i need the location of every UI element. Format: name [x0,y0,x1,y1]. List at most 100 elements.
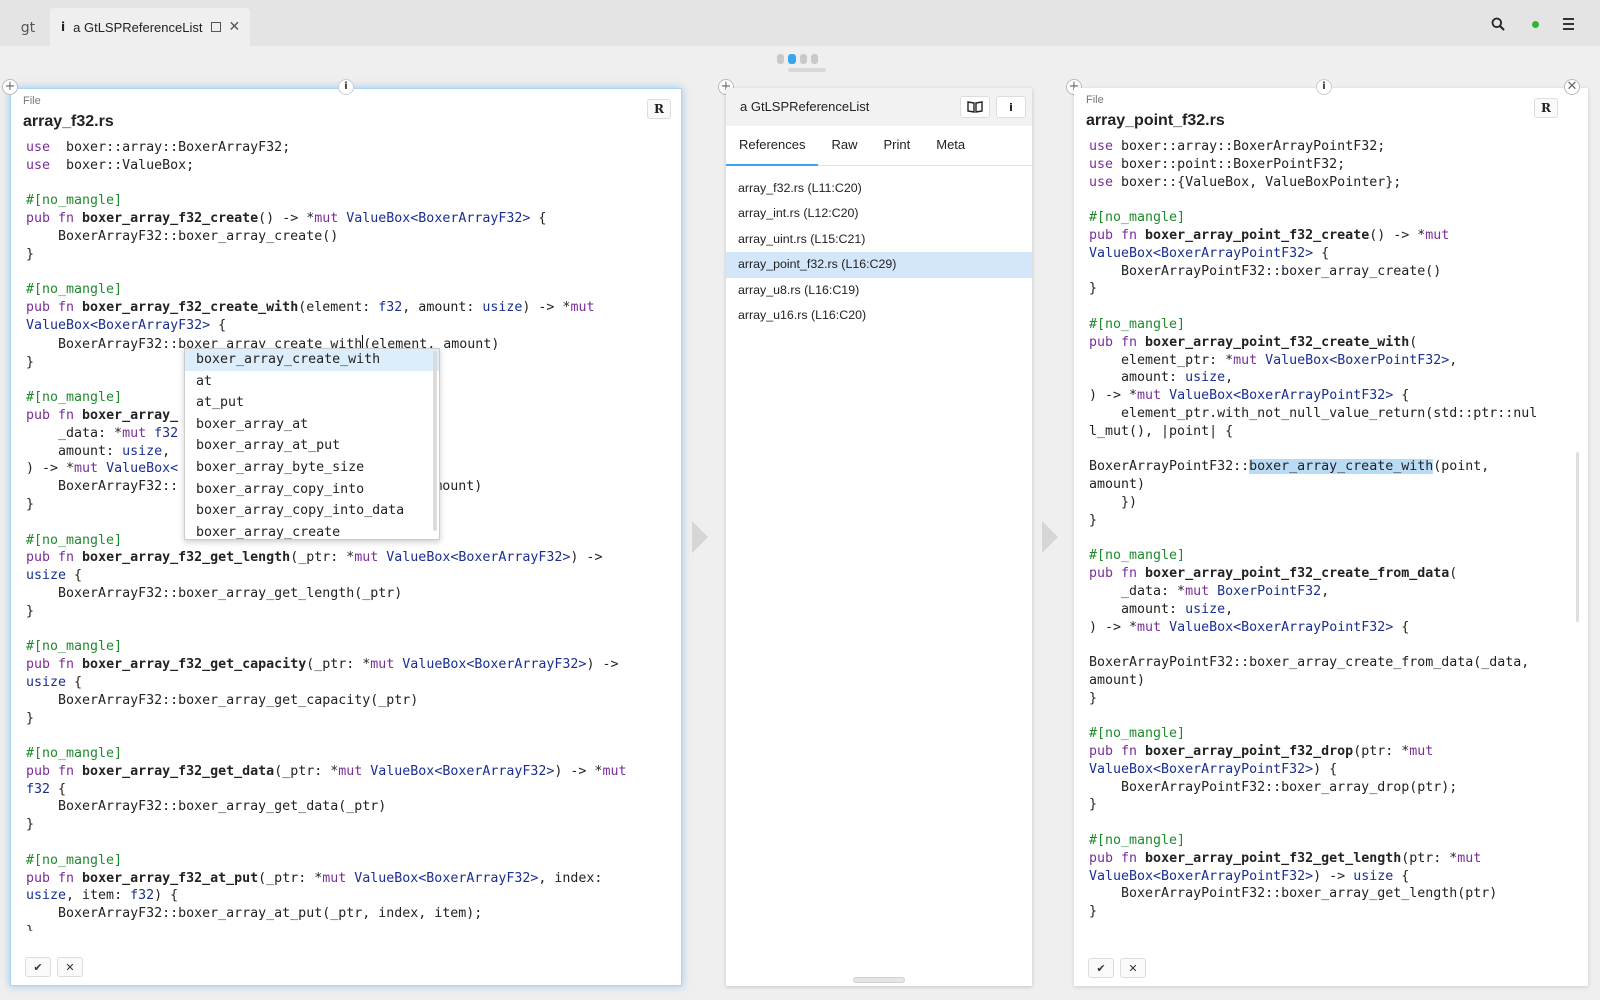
code-token: } [26,246,35,262]
code-token: #[no_mangle] [1089,210,1186,226]
page-dot-active[interactable] [788,54,796,64]
code-token: mut [1137,388,1162,404]
code-token: ValueBox<BoxerArrayF32> [394,657,587,673]
tab-print[interactable]: Print [871,126,924,166]
code-line: #[no_mangle] [1089,832,1578,850]
code-token: (_ptr: * [306,657,371,673]
code-token: boxer_array_point_f32_drop [1137,744,1354,760]
checkmark-icon[interactable]: ✔ [25,957,51,977]
code-line: _data: *mut BoxerPointF32, [1089,583,1578,601]
code-token: pub fn [26,211,75,227]
code-token: mut [1457,850,1482,866]
reference-item[interactable]: array_point_f32.rs (L16:C29) [726,252,1032,278]
code-token: use [1089,174,1114,190]
rust-logo-icon[interactable]: R [647,99,671,119]
code-token: f32 [146,425,179,441]
close-icon[interactable]: ✕ [1120,958,1146,978]
close-pane-icon[interactable]: ✕ [1564,79,1580,95]
code-line: #[no_mangle] [26,638,671,656]
code-token: , amount: [402,300,483,316]
reference-item[interactable]: array_f32.rs (L11:C20) [726,176,1032,201]
reference-item[interactable]: array_u8.rs (L16:C19) [726,278,1032,303]
code-token: , [1449,352,1458,368]
code-line: BoxerArrayPointF32::boxer_array_get_leng… [1089,885,1578,903]
arrow-right-icon[interactable] [1042,521,1058,553]
page-dot[interactable] [800,54,807,64]
completion-item[interactable]: boxer_array_at [185,414,439,436]
reference-item[interactable]: array_uint.rs (L15:C21) [726,227,1032,252]
code-line: amount) [1089,476,1578,494]
code-token: pub fn [26,870,75,886]
completion-item[interactable]: boxer_array_byte_size [185,457,439,479]
code-token: BoxerPointF32 [1209,583,1322,599]
code-line: pub fn boxer_array_point_f32_create_with… [1089,334,1578,352]
code-token: usize [26,568,67,584]
hamburger-menu-icon[interactable] [1560,16,1576,32]
tab-references[interactable]: References [726,126,819,166]
info-icon[interactable]: i [996,96,1026,118]
maximize-icon[interactable] [211,22,222,32]
completion-item[interactable]: boxer_array_create [185,522,439,539]
tab-reference-list[interactable]: i a GtLSPReferenceList ✕ [50,8,250,46]
info-icon[interactable]: i [1316,79,1332,95]
code-token: amount: [26,443,123,459]
page-dot[interactable] [777,54,784,64]
code-token: usize [1185,601,1226,617]
code-token: #[no_mangle] [26,852,123,868]
code-token: pub fn [1089,850,1138,866]
completion-scrollbar[interactable] [433,351,437,531]
code-token: pub fn [1089,566,1138,582]
code-token: use [1089,156,1114,172]
page-indicator[interactable] [777,54,818,64]
code-token: } [1089,690,1098,706]
code-token: #[no_mangle] [26,532,123,548]
close-tab-icon[interactable]: ✕ [228,19,240,35]
tab-meta[interactable]: Meta [923,126,978,166]
code-token: boxer::array::BoxerArrayPointF32; [1113,139,1386,154]
completion-item[interactable]: boxer_array_copy_into_data [185,500,439,522]
home-tab[interactable]: gt [8,12,48,44]
code-line: } [26,246,671,264]
code-token: ( [1409,334,1418,350]
code-line: amount: usize, [1089,369,1578,387]
code-token: ValueBox<BoxerArrayPointF32> [1161,619,1394,635]
search-icon[interactable] [1490,16,1506,32]
resize-handle[interactable] [853,977,905,983]
completion-item[interactable]: at_put [185,392,439,414]
tab-raw[interactable]: Raw [818,126,870,166]
completion-popup[interactable]: boxer_array_create_with at at_put boxer_arr… [184,348,440,540]
code-token: { [210,317,227,333]
code-line: ) -> *mut ValueBox<BoxerArrayPointF32> { [1089,619,1578,637]
code-viewer[interactable]: use boxer::array::BoxerArrayPointF32;use… [1089,138,1578,932]
code-line: ValueBox<BoxerArrayF32> { [26,317,671,335]
reference-item[interactable]: array_u16.rs (L16:C20) [726,303,1032,328]
scrollbar[interactable] [1576,452,1579,622]
code-token: _data: * [26,425,123,441]
info-icon[interactable]: i [338,79,354,95]
reference-item[interactable]: array_int.rs (L12:C20) [726,201,1032,226]
checkmark-icon[interactable]: ✔ [1088,958,1114,978]
close-icon[interactable]: ✕ [57,957,83,977]
code-token: element_ptr.with_not_null_value_return(s… [1089,405,1538,421]
file-name: array_point_f32.rs [1086,112,1225,129]
reference-view: References Raw Print Meta array_f32.rs (L11… [726,126,1032,986]
completion-item[interactable]: boxer_array_copy_into [185,479,439,501]
code-token: usize [1185,370,1226,386]
code-token: #[no_mangle] [1089,316,1186,332]
completion-item[interactable]: at [185,371,439,393]
code-token: }) [1089,494,1138,510]
completion-item[interactable]: boxer_array_at_put [185,435,439,457]
code-line: BoxerArrayPointF32::boxer_array_create_w… [1089,458,1578,476]
code-token: BoxerArrayPointF32::boxer_array_get_leng… [1089,886,1498,902]
pager-scrollbar[interactable] [788,68,826,72]
code-token: mut [354,550,379,566]
page-dot[interactable] [811,54,818,64]
add-pane-icon[interactable]: + [2,79,18,95]
code-line: usize, item: f32) { [26,887,671,905]
rust-logo-icon[interactable]: R [1534,98,1558,118]
completion-item[interactable]: boxer_array_create_with [185,349,439,371]
book-icon[interactable] [960,96,990,118]
info-icon: i [61,20,66,34]
arrow-right-icon[interactable] [692,521,708,553]
